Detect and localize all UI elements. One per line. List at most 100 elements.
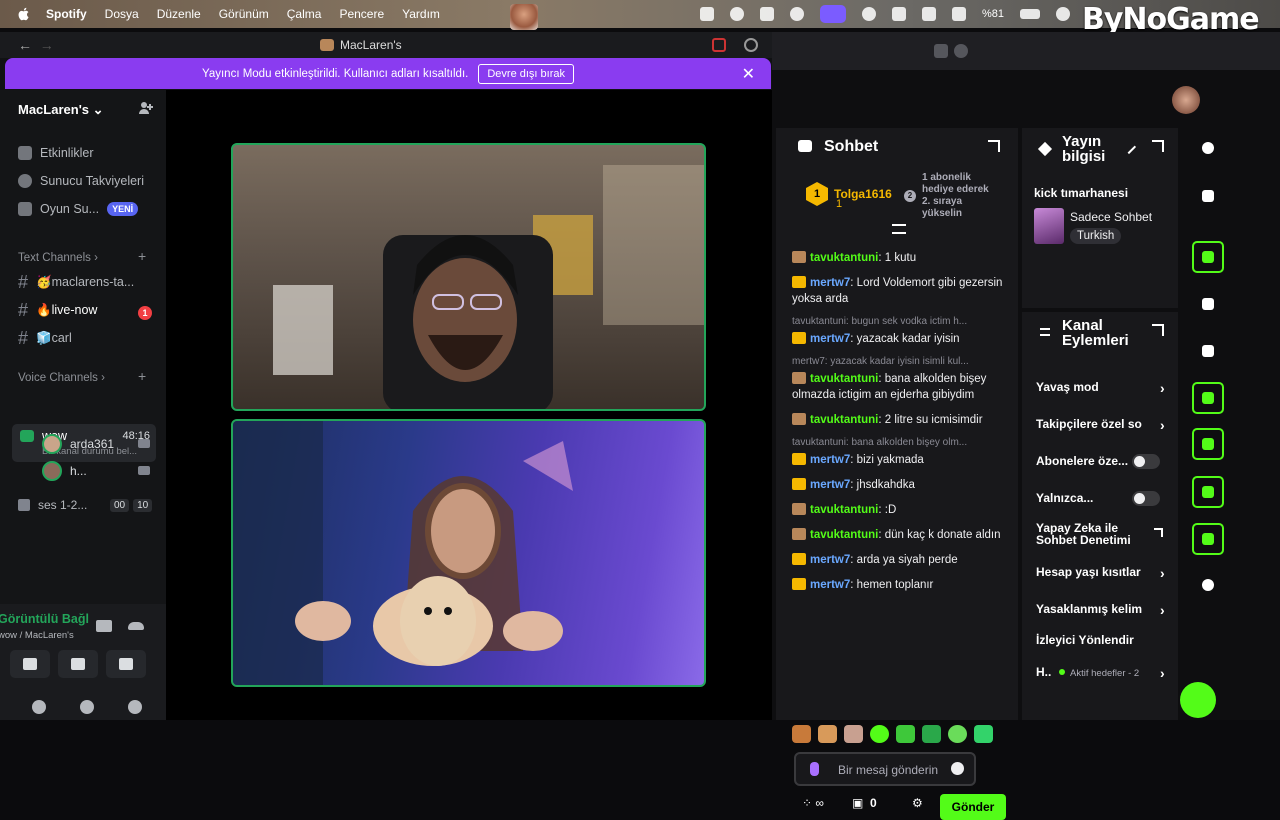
settings-gear-icon[interactable] — [128, 700, 142, 714]
menu-view[interactable]: Görünüm — [219, 7, 269, 21]
chat-message[interactable]: tavuktantuni: dün kaç k donate aldın — [792, 527, 1012, 543]
sidebar-item-events[interactable]: Etkinlikler — [18, 146, 94, 160]
emoji-icon[interactable] — [951, 762, 964, 775]
emote[interactable] — [896, 725, 915, 743]
category-thumbnail[interactable] — [1034, 208, 1064, 244]
emote[interactable] — [792, 725, 811, 743]
info-icon[interactable] — [1192, 132, 1224, 164]
send-button[interactable]: Gönder — [940, 794, 1006, 820]
inbox-icon[interactable] — [712, 38, 726, 52]
chat-message[interactable]: mertw7: arda ya siyah perde — [792, 552, 1012, 568]
activities-button[interactable] — [58, 650, 98, 678]
stream-tag[interactable]: Turkish — [1070, 228, 1122, 244]
chat-username[interactable]: mertw7 — [810, 454, 850, 466]
chat-message[interactable]: mertw7: hemen toplanır — [792, 577, 1012, 593]
soundboard-button[interactable] — [106, 650, 146, 678]
close-icon[interactable]: ✕ — [742, 64, 755, 84]
translate-icon[interactable] — [934, 44, 948, 58]
action-followers-only[interactable]: Takipçilere özel so › — [1036, 417, 1166, 433]
pin-icon[interactable] — [1037, 141, 1053, 157]
menubar-avatar[interactable] — [510, 4, 538, 30]
reload-icon[interactable] — [954, 44, 968, 58]
chat-message[interactable]: tavuktantuni: 1 kutu — [792, 250, 1012, 266]
server-name[interactable]: MacLaren's ⌄ — [18, 102, 104, 118]
emote-only-toggle[interactable] — [1132, 491, 1160, 506]
menu-window[interactable]: Pencere — [339, 7, 384, 21]
diamond-icon[interactable] — [760, 7, 774, 21]
action-goals[interactable]: H.. Aktif hedefler - 2 › — [1036, 665, 1166, 681]
voice-channel-ses[interactable]: ses 1-2... 00 10 — [18, 498, 153, 512]
action-banned-words[interactable]: Yasaklanmış kelim › — [1036, 602, 1166, 618]
voice-user[interactable]: h... — [42, 461, 150, 481]
sidebar-item-boosts[interactable]: Sunucu Takviyeleri — [18, 174, 144, 188]
reply-preview[interactable]: tavuktantuni: bugun sek vodka ictim h... — [792, 316, 1002, 327]
waveform-icon[interactable] — [96, 620, 112, 632]
chat-username[interactable]: tavuktantuni — [810, 504, 878, 516]
avatar[interactable] — [1172, 86, 1200, 114]
notes-icon[interactable] — [1192, 335, 1224, 367]
apple-icon[interactable] — [16, 6, 32, 22]
chat-username[interactable]: mertw7 — [810, 579, 850, 591]
add-text-channel-icon[interactable]: + — [138, 248, 146, 264]
action-ai-moderation[interactable]: Yapay Zeka ile Sohbet Denetimi — [1036, 522, 1146, 546]
chat-message[interactable]: tavuktantuni: :D — [792, 502, 1012, 518]
emote[interactable] — [974, 725, 993, 743]
play-icon[interactable] — [862, 7, 876, 21]
audio-bars-icon[interactable] — [700, 7, 714, 21]
add-member-icon[interactable] — [138, 100, 154, 116]
microphone-icon[interactable] — [810, 762, 819, 776]
chat-message[interactable]: mertw7: bizi yakmada — [792, 452, 1012, 468]
channel-carl[interactable]: # 🧊carl — [18, 328, 158, 349]
stream-category[interactable]: Sadece Sohbet — [1070, 210, 1152, 224]
emote[interactable] — [870, 725, 889, 743]
lightning-icon[interactable] — [1192, 288, 1224, 320]
chat-settings-icon[interactable]: ⚙ — [912, 796, 923, 810]
headphones-icon[interactable] — [80, 700, 94, 714]
chat-username[interactable]: mertw7 — [810, 277, 850, 289]
channel-live-now[interactable]: # 🔥live-now — [18, 300, 158, 321]
chat-username[interactable]: tavuktantuni — [810, 373, 878, 385]
chat-message[interactable]: tavuktantuni: 2 litre su icmisimdir — [792, 412, 1012, 428]
top-gifter[interactable]: 1 Tolga1616 1 — [806, 182, 892, 210]
popout-icon[interactable] — [1152, 140, 1164, 152]
chat-username[interactable]: tavuktantuni — [810, 252, 878, 264]
display-icon[interactable] — [922, 7, 936, 21]
filter-icon[interactable] — [892, 224, 906, 234]
broadcast-icon[interactable] — [1192, 428, 1224, 460]
battery-icon[interactable] — [1020, 9, 1041, 19]
wifi-icon[interactable] — [952, 7, 966, 21]
bluetooth-icon[interactable] — [892, 7, 906, 21]
video-tile-streamer[interactable] — [231, 143, 706, 411]
search-icon[interactable] — [1056, 7, 1071, 21]
add-voice-channel-icon[interactable]: + — [138, 368, 146, 384]
menu-file[interactable]: Dosya — [105, 7, 139, 21]
screenshot-icon[interactable] — [1192, 241, 1224, 273]
channel-maclarens[interactable]: # 🥳maclarens-ta... — [18, 272, 158, 293]
menu-icon[interactable] — [1040, 328, 1050, 336]
chat-username[interactable]: mertw7 — [810, 479, 850, 491]
chat-message[interactable]: mertw7: jhsdkahdka — [792, 477, 1012, 493]
video-tile-guest[interactable] — [231, 419, 706, 687]
action-raid[interactable]: İzleyici Yönlendir — [1036, 633, 1166, 647]
chat-message[interactable]: mertw7: Lord Voldemort gibi gezersin yok… — [792, 275, 1012, 307]
menu-playback[interactable]: Çalma — [287, 7, 322, 21]
chat-input[interactable]: Bir mesaj gönderin — [794, 752, 976, 786]
moon-icon[interactable] — [730, 7, 744, 21]
menu-app[interactable]: Spotify — [46, 7, 87, 21]
external-link-icon[interactable] — [1154, 528, 1163, 537]
text-channels-category[interactable]: Text Channels › — [18, 252, 98, 264]
popout-icon[interactable] — [1152, 324, 1164, 336]
emote[interactable] — [844, 725, 863, 743]
creative-cloud-icon[interactable] — [790, 7, 804, 21]
layout-icon[interactable] — [1192, 476, 1224, 508]
emote[interactable] — [818, 725, 837, 743]
chat-message[interactable]: tavuktantuni: bana alkolden bişey olmazd… — [792, 371, 1012, 403]
menu-edit[interactable]: Düzenle — [157, 7, 201, 21]
emote[interactable] — [922, 725, 941, 743]
wrench-icon[interactable] — [1192, 523, 1224, 555]
chat-username[interactable]: mertw7 — [810, 554, 850, 566]
tokens-icon[interactable]: ⁘ ∞ — [802, 796, 824, 810]
chat-username[interactable]: mertw7 — [810, 333, 850, 345]
screen-share-icon[interactable] — [820, 5, 846, 23]
subscribers-only-toggle[interactable] — [1132, 454, 1160, 469]
